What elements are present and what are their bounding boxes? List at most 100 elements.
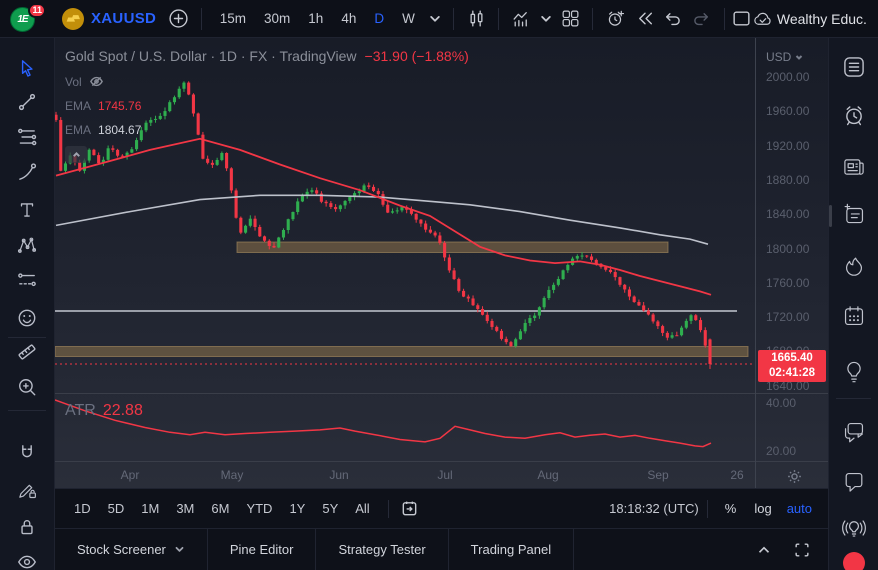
range-6M[interactable]: 6M bbox=[204, 498, 236, 519]
time-label-Apr[interactable]: Apr bbox=[110, 468, 150, 482]
projection-tool-icon[interactable] bbox=[10, 265, 44, 295]
time-axis[interactable]: Apr May Jun Jul Aug Sep 26 bbox=[55, 461, 828, 488]
ema-slow-legend-row[interactable]: EMA 1804.67 bbox=[65, 123, 469, 137]
go-to-date-icon[interactable] bbox=[397, 496, 423, 522]
candle-body bbox=[239, 218, 242, 233]
bar-replay-icon[interactable] bbox=[632, 5, 657, 33]
candle-body bbox=[391, 211, 394, 212]
price-scale[interactable]: USD 1665.40 02:41:28 2000.001960.001920.… bbox=[756, 38, 828, 393]
candle-body bbox=[362, 185, 365, 191]
auto-scale-button[interactable]: auto bbox=[787, 501, 812, 516]
magnet-tool-icon[interactable] bbox=[10, 438, 44, 468]
utc-clock[interactable]: 18:18:32 (UTC) bbox=[609, 501, 699, 516]
draw-lock-tool-icon[interactable] bbox=[10, 475, 44, 505]
lock-tool-icon[interactable] bbox=[10, 512, 44, 542]
ideas-icon[interactable] bbox=[836, 352, 872, 388]
trend-line-tool-icon[interactable] bbox=[10, 87, 44, 117]
cursor-tool-icon[interactable] bbox=[10, 53, 44, 83]
percent-scale-button[interactable]: % bbox=[725, 501, 737, 516]
redo-icon[interactable] bbox=[689, 5, 714, 33]
notepad-icon[interactable] bbox=[836, 197, 872, 233]
emoji-tool-icon[interactable] bbox=[10, 303, 44, 333]
timeframe-4h[interactable]: 4h bbox=[333, 8, 364, 29]
tab-pine-editor[interactable]: Pine Editor bbox=[208, 529, 317, 570]
range-3M[interactable]: 3M bbox=[169, 498, 201, 519]
time-label-Aug[interactable]: Aug bbox=[528, 468, 568, 482]
time-label-May[interactable]: May bbox=[212, 468, 252, 482]
xabcd-pattern-tool-icon[interactable] bbox=[10, 230, 44, 260]
chevron-down-icon[interactable] bbox=[427, 5, 443, 33]
range-5Y[interactable]: 5Y bbox=[315, 498, 345, 519]
eye-tool-icon[interactable] bbox=[10, 547, 44, 570]
cloud-save-icon[interactable] bbox=[752, 5, 773, 33]
layout-rect-icon[interactable] bbox=[731, 5, 752, 33]
timeframe-D[interactable]: D bbox=[366, 8, 392, 29]
alert-plus-icon[interactable] bbox=[603, 5, 628, 33]
brush-tool-icon[interactable] bbox=[10, 157, 44, 187]
collapse-indicators-button[interactable] bbox=[65, 146, 87, 163]
hotlists-icon[interactable] bbox=[836, 249, 872, 285]
symbol-search-button[interactable]: XAUUSD bbox=[62, 8, 156, 30]
symbol-name: XAUUSD bbox=[91, 10, 156, 27]
range-YTD[interactable]: YTD bbox=[239, 498, 279, 519]
time-label-26[interactable]: 26 bbox=[717, 468, 757, 482]
range-1Y[interactable]: 1Y bbox=[282, 498, 312, 519]
tab-label: Stock Screener bbox=[77, 542, 166, 557]
time-label-Jun[interactable]: Jun bbox=[319, 468, 359, 482]
volume-legend-row[interactable]: Vol bbox=[65, 74, 469, 89]
timeframe-1h[interactable]: 1h bbox=[300, 8, 331, 29]
fib-retracement-tool-icon[interactable] bbox=[10, 122, 44, 152]
atr-scale[interactable]: 40.0020.00 bbox=[756, 394, 828, 461]
news-icon[interactable] bbox=[836, 149, 872, 185]
watchlist-icon[interactable] bbox=[836, 49, 872, 85]
range-1M[interactable]: 1M bbox=[134, 498, 166, 519]
legend-title-row[interactable]: Gold Spot / U.S. Dollar · 1D · FX · Trad… bbox=[65, 48, 469, 64]
time-label-Sep[interactable]: Sep bbox=[638, 468, 678, 482]
timeframe-15m[interactable]: 15m bbox=[212, 8, 254, 29]
candles-style-icon[interactable] bbox=[464, 5, 489, 33]
log-scale-button[interactable]: log bbox=[754, 501, 771, 516]
tab-trading-panel[interactable]: Trading Panel bbox=[449, 529, 574, 570]
candle-body bbox=[538, 307, 541, 315]
undo-icon[interactable] bbox=[661, 5, 686, 33]
candle-body bbox=[685, 321, 688, 328]
supply-demand-zone[interactable] bbox=[55, 346, 748, 356]
ruler-tool-icon[interactable] bbox=[10, 337, 44, 367]
range-All[interactable]: All bbox=[348, 498, 376, 519]
time-label-Jul[interactable]: Jul bbox=[425, 468, 465, 482]
atr-line-chart[interactable] bbox=[55, 394, 755, 461]
add-symbol-icon[interactable] bbox=[166, 5, 191, 33]
atr-legend-row[interactable]: ATR 22.88 bbox=[65, 402, 143, 420]
candle-body bbox=[415, 214, 418, 220]
range-1D[interactable]: 1D bbox=[67, 498, 98, 519]
atr-value: 22.88 bbox=[103, 402, 143, 420]
layout-name-button[interactable]: Wealthy Educ... bbox=[777, 11, 868, 27]
main-chart-pane[interactable]: Gold Spot / U.S. Dollar · 1D · FX · Trad… bbox=[55, 38, 828, 393]
timeframe-30m[interactable]: 30m bbox=[256, 8, 298, 29]
ema-fast-legend-row[interactable]: EMA 1745.76 bbox=[65, 99, 469, 113]
layout-grid-icon[interactable] bbox=[558, 5, 583, 33]
range-5D[interactable]: 5D bbox=[101, 498, 132, 519]
indicators-icon[interactable] bbox=[509, 5, 534, 33]
chevron-down-icon[interactable] bbox=[538, 5, 554, 33]
text-tool-icon[interactable] bbox=[10, 195, 44, 225]
ema-label: EMA bbox=[65, 123, 91, 137]
private-chats-icon[interactable] bbox=[836, 464, 872, 500]
alerts-icon[interactable] bbox=[836, 97, 872, 133]
axis-settings-gear-icon[interactable] bbox=[781, 465, 807, 487]
chats-icon[interactable] bbox=[836, 414, 872, 450]
zoom-in-tool-icon[interactable] bbox=[10, 372, 44, 402]
streams-icon[interactable] bbox=[836, 510, 872, 546]
calendar-icon[interactable] bbox=[836, 298, 872, 334]
supply-demand-zone[interactable] bbox=[237, 242, 668, 252]
expand-panel-chevron-icon[interactable] bbox=[750, 536, 778, 564]
currency-selector[interactable]: USD bbox=[766, 50, 804, 64]
tab-strategy-tester[interactable]: Strategy Tester bbox=[316, 529, 448, 570]
timeframe-W[interactable]: W bbox=[394, 8, 423, 29]
tab-stock-screener[interactable]: Stock Screener bbox=[55, 529, 208, 570]
atr-pane[interactable]: ATR 22.88 40.0020.00 bbox=[55, 393, 828, 461]
fullscreen-icon[interactable] bbox=[788, 536, 816, 564]
eye-off-icon[interactable] bbox=[89, 74, 104, 89]
sidebar-resize-handle[interactable] bbox=[829, 205, 832, 227]
user-menu-button[interactable]: 1E 11 bbox=[10, 4, 44, 34]
